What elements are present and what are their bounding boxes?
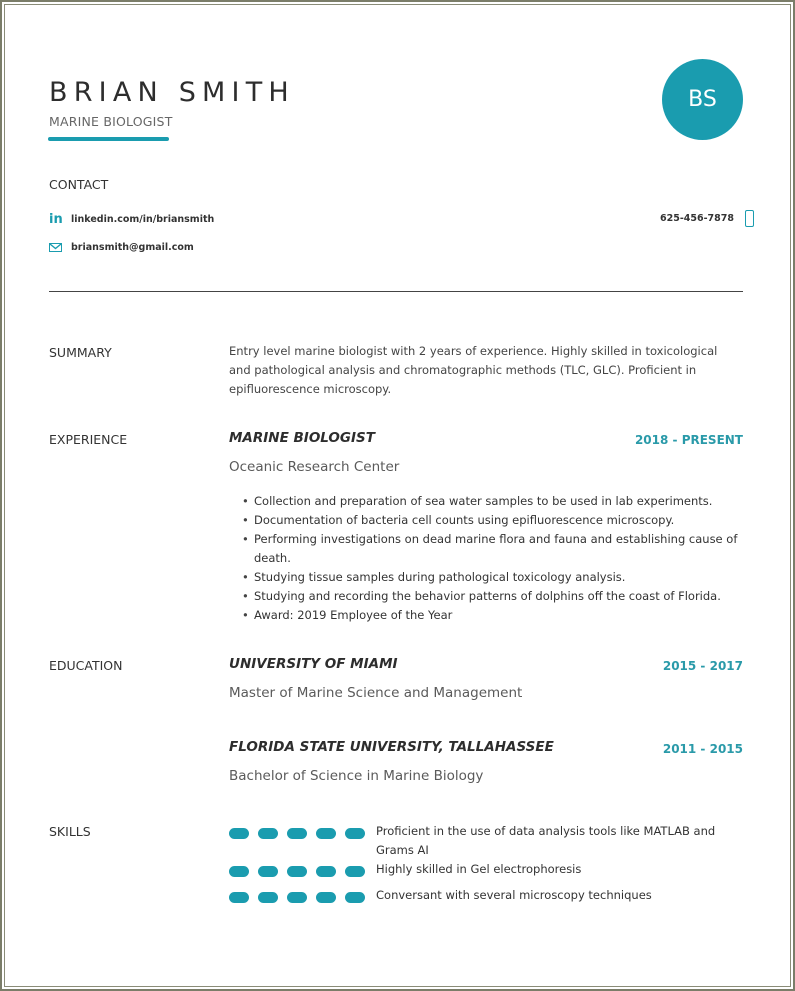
job-bullet: Studying and recording the behavior patt…: [242, 587, 764, 606]
skill-dot: [287, 828, 307, 839]
job-dates: 2018 - PRESENT: [634, 433, 743, 447]
skill-text: Proficient in the use of data analysis t…: [376, 824, 716, 857]
skill-dot: [229, 828, 249, 839]
school-dates: 2015 - 2017: [662, 659, 743, 673]
skill-rating: [229, 825, 365, 839]
skill-rating: [229, 889, 365, 903]
skill-item: Conversant with several microscopy techn…: [229, 888, 716, 905]
job-organization: Oceanic Research Center: [229, 459, 400, 475]
linkedin-url[interactable]: linkedin.com/in/briansmith: [71, 214, 214, 225]
avatar-initials: BS: [688, 87, 717, 112]
skill-dot: [316, 892, 336, 903]
section-label-experience: EXPERIENCE: [49, 432, 128, 447]
school-dates: 2011 - 2015: [662, 742, 743, 756]
skill-dot: [345, 828, 365, 839]
skill-item: Proficient in the use of data analysis t…: [229, 824, 716, 860]
email-address[interactable]: briansmith@gmail.com: [71, 242, 194, 253]
skill-dot: [316, 828, 336, 839]
envelope-icon: [49, 243, 62, 252]
linkedin-icon: in: [49, 212, 63, 227]
job-bullets: Collection and preparation of sea water …: [229, 492, 764, 625]
section-label-education: EDUCATION: [49, 658, 123, 673]
contact-linkedin[interactable]: in linkedin.com/in/briansmith: [49, 212, 214, 227]
title-underline: [48, 137, 169, 141]
resume-page: BRIAN SMITH MARINE BIOLOGIST BS CONTACT …: [0, 0, 795, 991]
school-degree: Master of Marine Science and Management: [229, 685, 523, 701]
skill-dot: [258, 892, 278, 903]
job-bullet: Award: 2019 Employee of the Year: [242, 606, 764, 625]
section-label-skills: SKILLS: [49, 824, 91, 839]
phone-number[interactable]: 625-456-7878: [660, 213, 734, 224]
header-divider: [49, 291, 743, 292]
job-bullet: Collection and preparation of sea water …: [242, 492, 764, 511]
contact-phone[interactable]: 625-456-7878: [660, 210, 754, 227]
skill-dot: [258, 866, 278, 877]
skill-rating: [229, 863, 365, 877]
skill-text: Highly skilled in Gel electrophoresis: [376, 862, 582, 876]
candidate-title: MARINE BIOLOGIST: [49, 114, 173, 129]
skill-dot: [287, 866, 307, 877]
skill-text: Conversant with several microscopy techn…: [376, 888, 652, 902]
job-bullet: Studying tissue samples during pathologi…: [242, 568, 764, 587]
mobile-phone-icon: [745, 210, 754, 227]
school-name: FLORIDA STATE UNIVERSITY, TALLAHASSEE: [229, 739, 554, 755]
skill-dot: [229, 866, 249, 877]
skill-dot: [345, 866, 365, 877]
candidate-name: BRIAN SMITH: [49, 77, 295, 108]
job-bullet: Performing investigations on dead marine…: [242, 530, 764, 568]
school-name: UNIVERSITY OF MIAMI: [229, 656, 398, 672]
job-title: MARINE BIOLOGIST: [229, 430, 375, 446]
skill-dot: [287, 892, 307, 903]
skill-dot: [345, 892, 365, 903]
skill-item: Highly skilled in Gel electrophoresis: [229, 862, 716, 879]
skill-dot: [316, 866, 336, 877]
job-bullet: Documentation of bacteria cell counts us…: [242, 511, 764, 530]
summary-text: Entry level marine biologist with 2 year…: [229, 344, 718, 396]
section-label-summary: SUMMARY: [49, 345, 112, 360]
skill-dot: [229, 892, 249, 903]
avatar: BS: [662, 59, 743, 140]
contact-email[interactable]: briansmith@gmail.com: [49, 242, 194, 253]
school-degree: Bachelor of Science in Marine Biology: [229, 768, 484, 784]
skill-dot: [258, 828, 278, 839]
contact-heading: CONTACT: [49, 177, 109, 192]
